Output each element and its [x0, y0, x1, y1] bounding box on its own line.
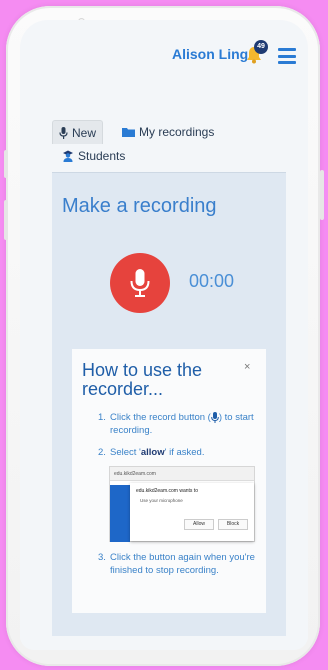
students-icon	[63, 150, 73, 162]
hamburger-menu-icon[interactable]	[278, 48, 296, 64]
folder-icon	[122, 128, 135, 137]
tab-my-recordings-label: My recordings	[139, 125, 215, 139]
step-number: 2.	[98, 447, 106, 458]
step-emphasis: allow	[140, 447, 165, 458]
screen-bottom	[20, 636, 308, 650]
microphone-icon	[211, 411, 219, 423]
tab-my-recordings[interactable]: My recordings	[122, 120, 214, 144]
tab-students[interactable]: Students	[62, 144, 125, 168]
screenshot-page-strip	[110, 485, 130, 542]
dialog-permission: Use your microphone	[140, 498, 183, 503]
dialog-block-button: Block	[218, 519, 248, 530]
phone-side-button	[4, 200, 8, 240]
help-title: How to use the recorder...	[82, 360, 203, 399]
recording-panel: Make a recording 00:00 How to use the re…	[52, 172, 286, 642]
step-text: Click the button again when you're finis…	[110, 552, 255, 576]
phone-side-button	[4, 150, 8, 178]
record-button[interactable]	[110, 253, 170, 313]
step-text: Click the record button (	[110, 412, 211, 423]
help-step-2: 2. Select 'allow' if asked.	[98, 446, 258, 459]
top-bar: Alison Ling 49	[20, 20, 308, 90]
help-steps: 1. Click the record button ( ) to start …	[98, 411, 258, 468]
page-title: Make a recording	[62, 195, 217, 217]
step-number: 1.	[98, 412, 106, 423]
step-text: Select '	[110, 447, 141, 458]
step-text: ' if asked.	[164, 447, 205, 458]
dialog-prompt: edu.kikd2eam.com wants to	[136, 488, 198, 494]
close-icon[interactable]: ×	[244, 361, 250, 373]
help-steps-continued: 3. Click the button again when you're fi…	[98, 551, 258, 586]
microphone-icon	[59, 126, 68, 139]
help-step-1: 1. Click the record button ( ) to start …	[98, 411, 258, 437]
help-panel: How to use the recorder... × 1. Click th…	[72, 349, 266, 613]
dialog-allow-button: Allow	[184, 519, 214, 530]
browser-address-bar: edu.kikd2eam.com	[110, 467, 254, 481]
permission-screenshot: edu.kikd2eam.com edu.kikd2eam.com wants …	[109, 466, 255, 542]
tab-students-label: Students	[78, 149, 126, 163]
app-screen: Alison Ling 49 New My recordings Student…	[20, 20, 308, 642]
microphone-icon	[130, 269, 150, 297]
phone-side-button	[320, 170, 324, 220]
help-step-3: 3. Click the button again when you're fi…	[98, 551, 258, 577]
notification-badge: 49	[254, 40, 268, 54]
step-number: 3.	[98, 552, 106, 563]
tab-new-label: New	[72, 125, 97, 140]
tab-new[interactable]: New	[52, 120, 104, 144]
recording-timer: 00:00	[189, 271, 235, 291]
user-name[interactable]: Alison Ling	[172, 46, 248, 62]
permission-dialog: edu.kikd2eam.com wants to Use your micro…	[130, 483, 254, 541]
